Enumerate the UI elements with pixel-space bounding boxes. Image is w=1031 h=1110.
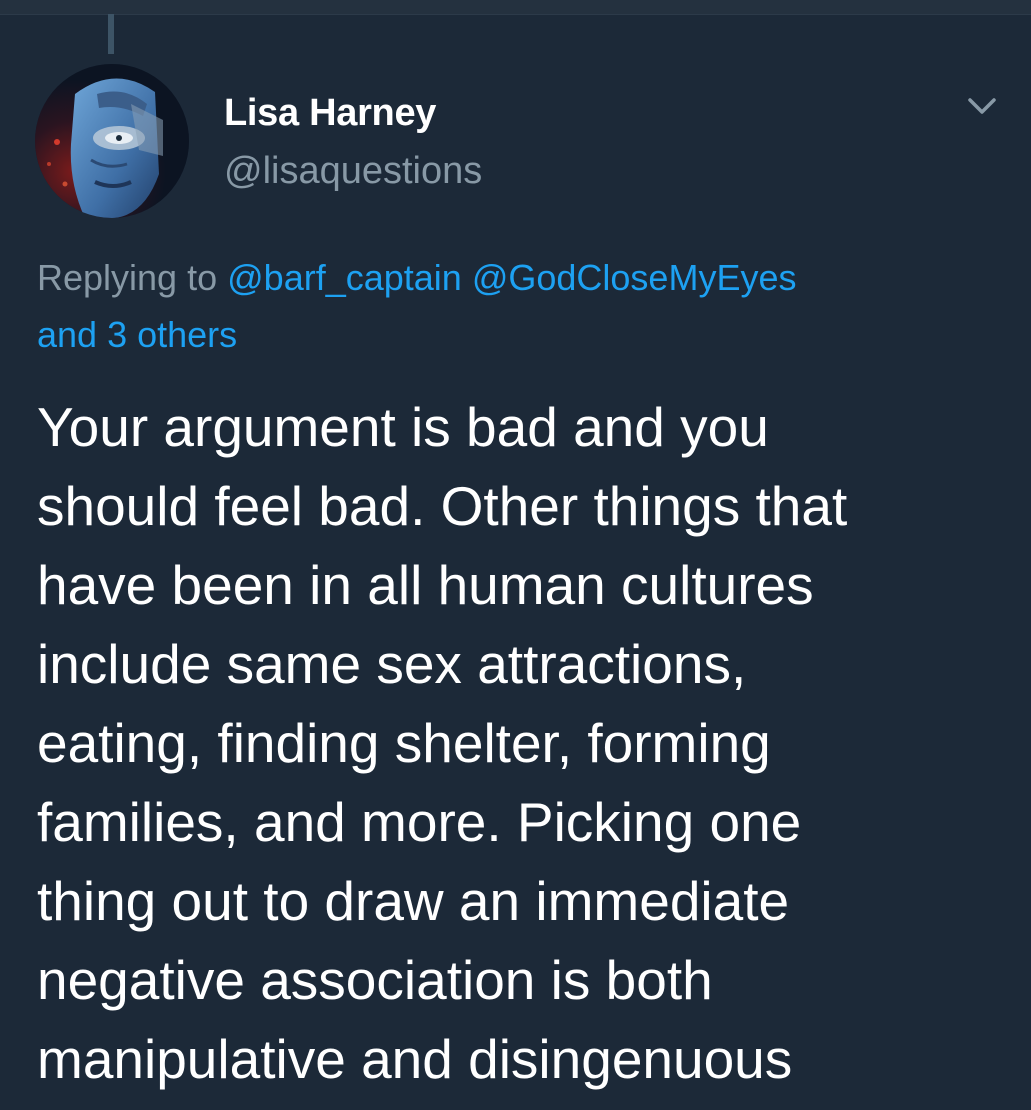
author-avatar[interactable] (35, 64, 189, 218)
tweet-text-line: families, and more. Picking one (37, 791, 802, 853)
tweet-text-line: eating, finding shelter, forming (37, 712, 771, 774)
top-edge-bar (0, 0, 1031, 15)
tweet-text-line: should feel bad. Other things that (37, 475, 848, 537)
reply-prefix: Replying to (37, 257, 218, 298)
author-handle[interactable]: @lisaquestions (224, 150, 482, 193)
chevron-down-icon[interactable] (962, 92, 1002, 122)
others-link[interactable]: and 3 others (37, 314, 237, 355)
tweet-text-line: negative association is both (37, 949, 713, 1011)
tweet-text-line: thing out to draw an immediate (37, 870, 790, 932)
avatar-portrait-image (35, 64, 189, 218)
tweet-text: Your argument is bad and you should feel… (37, 388, 1017, 1099)
reply-context-others: and 3 others (37, 314, 997, 356)
tweet-text-line: Your argument is bad and you (37, 396, 769, 458)
tweet-text-line: manipulative and disingenuous (37, 1028, 793, 1090)
thread-connector-line (108, 14, 114, 54)
reply-context: Replying to @barf_captain @GodCloseMyEye… (37, 257, 997, 299)
mention-link[interactable]: @barf_captain (227, 257, 462, 298)
author-display-name[interactable]: Lisa Harney (224, 92, 436, 135)
tweet-text-line: have been in all human cultures (37, 554, 814, 616)
mention-link[interactable]: @GodCloseMyEyes (472, 257, 797, 298)
tweet-text-line: include same sex attractions, (37, 633, 747, 695)
